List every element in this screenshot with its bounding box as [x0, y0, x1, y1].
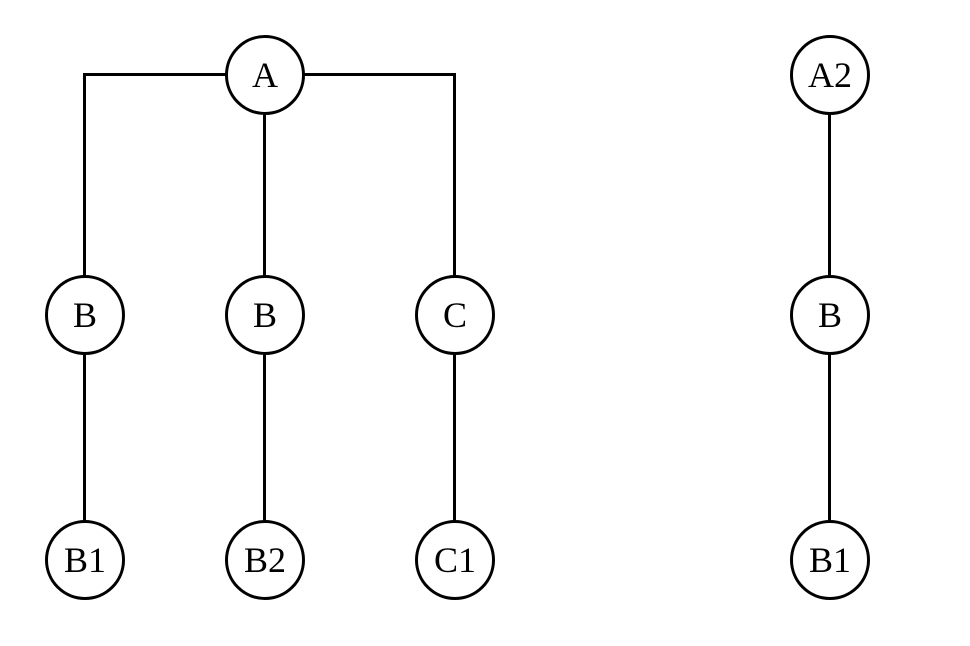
node-label: C — [443, 294, 467, 336]
edge-tree1-left-branch — [83, 73, 86, 278]
node-label: B2 — [244, 539, 286, 581]
edge-tree1-c-c1 — [453, 353, 456, 523]
node-label: B1 — [64, 539, 106, 581]
edge-tree2-b-b1 — [828, 353, 831, 523]
node-tree1-l3-3: C1 — [415, 520, 495, 600]
node-label: B — [818, 294, 842, 336]
edge-tree1-root-mid — [263, 113, 266, 278]
node-label: A2 — [808, 54, 852, 96]
edge-tree1-b-b1 — [83, 353, 86, 523]
node-tree1-l3-1: B1 — [45, 520, 125, 600]
node-tree1-root: A — [225, 35, 305, 115]
node-tree1-l3-2: B2 — [225, 520, 305, 600]
node-tree2-l2: B — [790, 275, 870, 355]
node-label: B1 — [809, 539, 851, 581]
node-tree2-root: A2 — [790, 35, 870, 115]
node-label: B — [253, 294, 277, 336]
node-label: C1 — [434, 539, 476, 581]
node-label: A — [252, 54, 278, 96]
edge-tree2-a2-b — [828, 113, 831, 278]
edge-tree1-b-b2 — [263, 353, 266, 523]
node-tree1-l2-3: C — [415, 275, 495, 355]
node-tree2-l3: B1 — [790, 520, 870, 600]
edge-tree1-right-branch — [453, 73, 456, 278]
node-label: B — [73, 294, 97, 336]
node-tree1-l2-2: B — [225, 275, 305, 355]
node-tree1-l2-1: B — [45, 275, 125, 355]
